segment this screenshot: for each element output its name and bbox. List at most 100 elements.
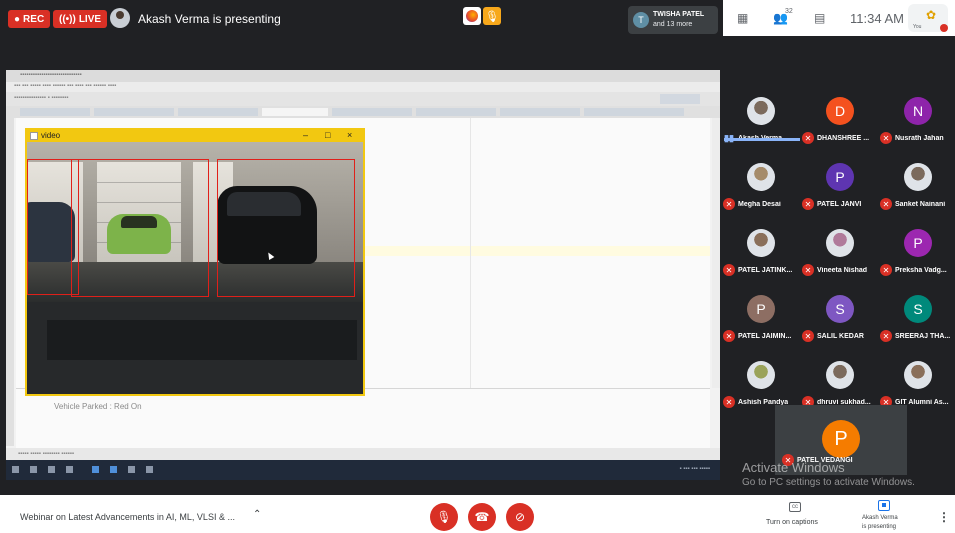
maximize-icon[interactable]: □ (325, 130, 330, 140)
participant-name-row: ✕ Sanket Nainani (880, 197, 955, 211)
participant-initial-avatar: P (747, 295, 775, 323)
taskbar-app-icon[interactable] (128, 466, 135, 473)
videocam-off-icon: ⊘ (514, 510, 526, 524)
run-config-dropdown[interactable] (660, 94, 700, 104)
featured-initial: P (834, 427, 848, 450)
self-mic-off-icon (940, 24, 948, 32)
participant-tile[interactable]: P ✕ PATEL JAIMIN... (723, 285, 801, 351)
video-window-titlebar[interactable]: video – □ × (27, 130, 363, 142)
activate-windows-subtitle: Go to PC settings to activate Windows. (742, 477, 915, 488)
ide-breadcrumb: ▪▪▪▪▪▪▪▪▪▪▪▪▪▪▪ ▪ ▪▪▪▪▪▪▪▪ (14, 95, 69, 101)
people-count: 32 (785, 8, 793, 15)
ide-tab[interactable] (500, 108, 580, 116)
ide-tab[interactable] (178, 108, 258, 116)
ide-tab[interactable] (94, 108, 174, 116)
captions-button-label[interactable]: Turn on captions (766, 519, 818, 526)
leave-call-button[interactable]: ☎ (468, 503, 496, 531)
participant-name-row: ✕ PATEL JATINK... (723, 263, 801, 277)
participant-tile[interactable]: ▮▮Akash Verma (723, 87, 801, 153)
ide-title-text: ▪▪▪▪▪▪▪▪▪▪▪▪▪▪▪▪▪▪▪▪▪▪▪▪▪▪▪▪▪ (20, 72, 82, 78)
presenting-label-line2[interactable]: is presenting (862, 524, 896, 530)
taskbar-app-icon[interactable] (92, 466, 99, 473)
mic-off-icon: ✕ (802, 330, 814, 342)
participant-tile[interactable]: D ✕ DHANSHREE ... (802, 87, 880, 153)
featured-avatar: P (822, 420, 860, 458)
participants-pill[interactable]: T TWISHA PATEL and 13 more (628, 6, 718, 34)
participant-name: TWISHA PATEL (653, 11, 705, 18)
participant-tile[interactable]: ✕ Vineeta Nishad (802, 219, 880, 285)
camera-frame (27, 142, 363, 394)
participant-name-row: ✕ SREERAJ THA... (880, 329, 955, 343)
ide-tab[interactable] (584, 108, 684, 116)
mic-toggle-button[interactable]: 🎙 (430, 503, 458, 531)
ide-menu-text: ▪▪▪ ▪▪▪ ▪▪▪▪▪ ▪▪▪▪ ▪▪▪▪▪▪ ▪▪▪ ▪▪▪▪ ▪▪▪ ▪… (14, 83, 117, 89)
participant-tile[interactable]: ✕ Megha Desai (723, 153, 801, 219)
participant-tile[interactable]: P ✕ PATEL JANVI (802, 153, 880, 219)
participant-name-row: ✕ Nusrath Jahan (880, 131, 955, 145)
participant-more: and 13 more (653, 21, 693, 28)
participant-photo (904, 361, 932, 389)
recording-badge: ● REC (8, 10, 51, 28)
mic-off-icon: ✕ (880, 198, 892, 210)
participant-initial-avatar: P (904, 229, 932, 257)
mic-off-icon: ✕ (802, 198, 814, 210)
video-window-title: video (41, 131, 61, 140)
participant-initial-avatar: N (904, 97, 932, 125)
chevron-up-icon[interactable]: ⌃ (253, 509, 261, 520)
participant-photo (747, 97, 775, 125)
activate-windows-title: Activate Windows (742, 460, 845, 475)
self-label: You (913, 24, 922, 30)
participant-name-row: ✕ PATEL JANVI (802, 197, 880, 211)
presenting-label-line1[interactable]: Akash Verma (862, 515, 898, 521)
participant-tile[interactable]: ✕ PATEL JATINK... (723, 219, 801, 285)
editor-scrollbar[interactable] (712, 118, 720, 388)
present-screen-icon[interactable] (878, 500, 890, 511)
participant-name: Vineeta Nishad (817, 266, 868, 274)
self-avatar-icon: ✿ (926, 8, 937, 22)
mic-off-icon: 🎙 (436, 510, 452, 524)
ide-titlebar: ▪▪▪▪▪▪▪▪▪▪▪▪▪▪▪▪▪▪▪▪▪▪▪▪▪▪▪▪▪ (6, 70, 720, 82)
top-bar: ● REC ((•)) LIVE Akash Verma is presenti… (0, 0, 955, 40)
taskbar-app-icon[interactable] (146, 466, 153, 473)
detection-box (71, 159, 209, 297)
mic-off-icon: ✕ (723, 264, 735, 276)
close-icon[interactable]: × (347, 130, 352, 140)
participant-tile[interactable]: S ✕ SREERAJ THA... (880, 285, 955, 351)
participant-initial-avatar: D (826, 97, 854, 125)
captions-icon[interactable]: cc (789, 502, 801, 512)
participant-name: Nusrath Jahan (895, 134, 944, 142)
shared-screen: ▪▪▪▪▪▪▪▪▪▪▪▪▪▪▪▪▪▪▪▪▪▪▪▪▪▪▪▪▪ ▪▪▪ ▪▪▪ ▪▪… (0, 40, 722, 492)
live-badge: ((•)) LIVE (53, 10, 108, 28)
taskbar-app-icon[interactable] (66, 466, 73, 473)
participant-name-row: ✕ DHANSHREE ... (802, 131, 880, 145)
taskbar-app-icon[interactable] (30, 466, 37, 473)
ide-tab-active[interactable] (262, 108, 328, 116)
status-text: ▪▪▪▪▪ ▪▪▪▪▪ ▪▪▪▪▪▪▪▪ ▪▪▪▪▪▪ (18, 451, 75, 457)
ide-tab[interactable] (20, 108, 90, 116)
ide-project-strip (6, 106, 14, 446)
ide-tab[interactable] (332, 108, 412, 116)
taskbar-app-icon[interactable] (110, 466, 117, 473)
participant-tile[interactable]: ✕ Sanket Nainani (880, 153, 955, 219)
start-icon[interactable] (12, 466, 19, 473)
video-window[interactable]: video – □ × (25, 128, 365, 396)
participant-tile[interactable]: S ✕ SALIL KEDAR (802, 285, 880, 351)
participant-tile[interactable]: P ✕ Preksha Vadg... (880, 219, 955, 285)
ide-tab[interactable] (416, 108, 496, 116)
participant-tile[interactable]: N ✕ Nusrath Jahan (880, 87, 955, 153)
minimize-icon[interactable]: – (303, 130, 308, 140)
participant-avatar: T (633, 12, 649, 28)
chat-icon[interactable]: ▤ (814, 11, 825, 25)
live-stream-icon: ((•)) (59, 13, 76, 25)
meeting-title[interactable]: Webinar on Latest Advancements in AI, ML… (20, 512, 235, 522)
active-speaker-indicator (724, 138, 800, 141)
current-line-highlight (356, 246, 710, 256)
grid-layout-icon[interactable]: ▦ (737, 11, 748, 25)
foreground-object (47, 320, 357, 360)
firefox-icon (463, 7, 481, 25)
camera-toggle-button[interactable]: ⊘ (506, 503, 534, 531)
more-options-icon[interactable]: ⋮ (938, 510, 950, 524)
mic-off-icon: ✕ (880, 264, 892, 276)
taskbar-app-icon[interactable] (48, 466, 55, 473)
participant-name: SREERAJ THA... (895, 332, 951, 340)
